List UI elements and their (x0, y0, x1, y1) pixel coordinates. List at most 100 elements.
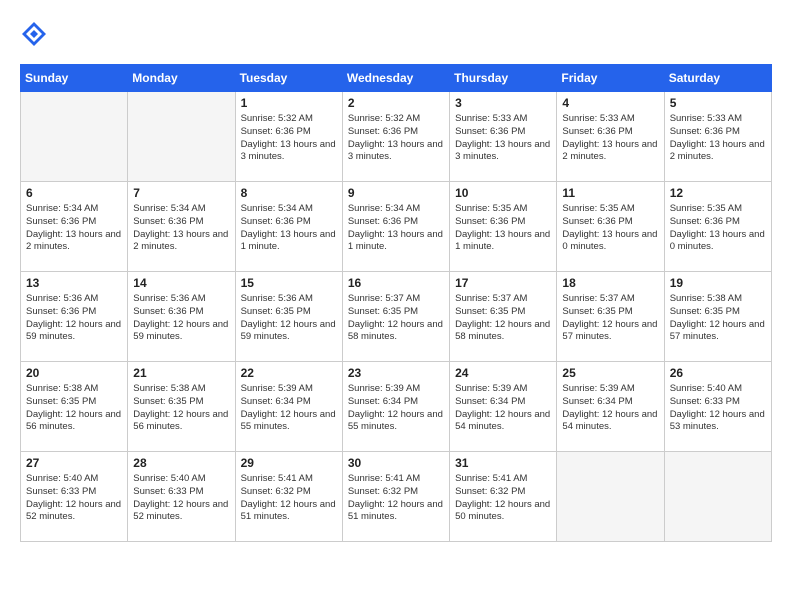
calendar-cell (128, 92, 235, 182)
day-info: Sunrise: 5:38 AM Sunset: 6:35 PM Dayligh… (670, 293, 766, 344)
day-number: 7 (133, 186, 229, 200)
day-info: Sunrise: 5:34 AM Sunset: 6:36 PM Dayligh… (241, 203, 337, 254)
calendar-cell: 19 Sunrise: 5:38 AM Sunset: 6:35 PM Dayli… (664, 272, 771, 362)
day-info: Sunrise: 5:41 AM Sunset: 6:32 PM Dayligh… (455, 473, 551, 524)
day-number: 6 (26, 186, 122, 200)
column-header-friday: Friday (557, 65, 664, 92)
day-number: 17 (455, 276, 551, 290)
day-number: 22 (241, 366, 337, 380)
day-info: Sunrise: 5:38 AM Sunset: 6:35 PM Dayligh… (26, 383, 122, 434)
day-number: 10 (455, 186, 551, 200)
calendar-cell: 6 Sunrise: 5:34 AM Sunset: 6:36 PM Daylig… (21, 182, 128, 272)
day-number: 30 (348, 456, 444, 470)
calendar-cell: 20 Sunrise: 5:38 AM Sunset: 6:35 PM Dayli… (21, 362, 128, 452)
day-info: Sunrise: 5:37 AM Sunset: 6:35 PM Dayligh… (562, 293, 658, 344)
day-number: 15 (241, 276, 337, 290)
day-info: Sunrise: 5:39 AM Sunset: 6:34 PM Dayligh… (348, 383, 444, 434)
day-number: 12 (670, 186, 766, 200)
calendar-cell: 31 Sunrise: 5:41 AM Sunset: 6:32 PM Dayli… (450, 452, 557, 542)
day-info: Sunrise: 5:33 AM Sunset: 6:36 PM Dayligh… (670, 113, 766, 164)
day-number: 19 (670, 276, 766, 290)
calendar-cell: 15 Sunrise: 5:36 AM Sunset: 6:35 PM Dayli… (235, 272, 342, 362)
day-info: Sunrise: 5:40 AM Sunset: 6:33 PM Dayligh… (670, 383, 766, 434)
day-number: 2 (348, 96, 444, 110)
calendar-cell: 7 Sunrise: 5:34 AM Sunset: 6:36 PM Daylig… (128, 182, 235, 272)
calendar-cell: 5 Sunrise: 5:33 AM Sunset: 6:36 PM Daylig… (664, 92, 771, 182)
calendar-cell: 13 Sunrise: 5:36 AM Sunset: 6:36 PM Dayli… (21, 272, 128, 362)
day-info: Sunrise: 5:41 AM Sunset: 6:32 PM Dayligh… (348, 473, 444, 524)
calendar-cell: 2 Sunrise: 5:32 AM Sunset: 6:36 PM Daylig… (342, 92, 449, 182)
day-info: Sunrise: 5:32 AM Sunset: 6:36 PM Dayligh… (348, 113, 444, 164)
day-number: 14 (133, 276, 229, 290)
calendar-cell: 8Sunrise: 5:34 AM Sunset: 6:36 PM Daylig… (235, 182, 342, 272)
calendar-cell: 9 Sunrise: 5:34 AM Sunset: 6:36 PM Daylig… (342, 182, 449, 272)
column-header-tuesday: Tuesday (235, 65, 342, 92)
calendar-cell: 21 Sunrise: 5:38 AM Sunset: 6:35 PM Dayli… (128, 362, 235, 452)
day-info: Sunrise: 5:32 AM Sunset: 6:36 PM Dayligh… (241, 113, 337, 164)
day-info: Sunrise: 5:37 AM Sunset: 6:35 PM Dayligh… (348, 293, 444, 344)
day-info: Sunrise: 5:41 AM Sunset: 6:32 PM Dayligh… (241, 473, 337, 524)
day-number: 21 (133, 366, 229, 380)
day-number: 29 (241, 456, 337, 470)
calendar-cell: 14 Sunrise: 5:36 AM Sunset: 6:36 PM Dayli… (128, 272, 235, 362)
day-number: 20 (26, 366, 122, 380)
calendar-table: SundayMondayTuesdayWednesdayThursdayFrid… (20, 64, 772, 542)
day-number: 28 (133, 456, 229, 470)
day-number: 26 (670, 366, 766, 380)
calendar-cell: 26 Sunrise: 5:40 AM Sunset: 6:33 PM Dayli… (664, 362, 771, 452)
calendar-cell: 16Sunrise: 5:37 AM Sunset: 6:35 PM Dayli… (342, 272, 449, 362)
day-info: Sunrise: 5:34 AM Sunset: 6:36 PM Dayligh… (26, 203, 122, 254)
day-number: 25 (562, 366, 658, 380)
calendar-cell: 29 Sunrise: 5:41 AM Sunset: 6:32 PM Dayli… (235, 452, 342, 542)
logo (20, 20, 52, 48)
day-number: 23 (348, 366, 444, 380)
day-info: Sunrise: 5:39 AM Sunset: 6:34 PM Dayligh… (562, 383, 658, 434)
day-number: 24 (455, 366, 551, 380)
calendar-cell: 18Sunrise: 5:37 AM Sunset: 6:35 PM Dayli… (557, 272, 664, 362)
day-info: Sunrise: 5:36 AM Sunset: 6:36 PM Dayligh… (26, 293, 122, 344)
column-header-thursday: Thursday (450, 65, 557, 92)
day-info: Sunrise: 5:34 AM Sunset: 6:36 PM Dayligh… (133, 203, 229, 254)
day-info: Sunrise: 5:37 AM Sunset: 6:35 PM Dayligh… (455, 293, 551, 344)
day-info: Sunrise: 5:34 AM Sunset: 6:36 PM Dayligh… (348, 203, 444, 254)
calendar-cell: 27Sunrise: 5:40 AM Sunset: 6:33 PM Dayli… (21, 452, 128, 542)
calendar-cell (21, 92, 128, 182)
calendar-cell: 10 Sunrise: 5:35 AM Sunset: 6:36 PM Dayli… (450, 182, 557, 272)
day-info: Sunrise: 5:39 AM Sunset: 6:34 PM Dayligh… (455, 383, 551, 434)
calendar-week-row: 1 Sunrise: 5:32 AM Sunset: 6:36 PM Daylig… (21, 92, 772, 182)
day-info: Sunrise: 5:40 AM Sunset: 6:33 PM Dayligh… (26, 473, 122, 524)
calendar-cell (664, 452, 771, 542)
calendar-week-row: 6 Sunrise: 5:34 AM Sunset: 6:36 PM Daylig… (21, 182, 772, 272)
day-info: Sunrise: 5:40 AM Sunset: 6:33 PM Dayligh… (133, 473, 229, 524)
page-header (20, 20, 772, 48)
calendar-cell (557, 452, 664, 542)
calendar-cell: 25 Sunrise: 5:39 AM Sunset: 6:34 PM Dayli… (557, 362, 664, 452)
calendar-week-row: 13 Sunrise: 5:36 AM Sunset: 6:36 PM Dayli… (21, 272, 772, 362)
calendar-cell: 4 Sunrise: 5:33 AM Sunset: 6:36 PM Daylig… (557, 92, 664, 182)
day-info: Sunrise: 5:38 AM Sunset: 6:35 PM Dayligh… (133, 383, 229, 434)
column-header-monday: Monday (128, 65, 235, 92)
calendar-cell: 12Sunrise: 5:35 AM Sunset: 6:36 PM Dayli… (664, 182, 771, 272)
day-info: Sunrise: 5:36 AM Sunset: 6:35 PM Dayligh… (241, 293, 337, 344)
day-info: Sunrise: 5:33 AM Sunset: 6:36 PM Dayligh… (562, 113, 658, 164)
calendar-week-row: 27Sunrise: 5:40 AM Sunset: 6:33 PM Dayli… (21, 452, 772, 542)
day-number: 31 (455, 456, 551, 470)
day-number: 3 (455, 96, 551, 110)
calendar-cell: 1 Sunrise: 5:32 AM Sunset: 6:36 PM Daylig… (235, 92, 342, 182)
column-header-wednesday: Wednesday (342, 65, 449, 92)
day-number: 1 (241, 96, 337, 110)
day-number: 5 (670, 96, 766, 110)
day-number: 4 (562, 96, 658, 110)
calendar-cell: 11Sunrise: 5:35 AM Sunset: 6:36 PM Dayli… (557, 182, 664, 272)
day-info: Sunrise: 5:35 AM Sunset: 6:36 PM Dayligh… (455, 203, 551, 254)
day-info: Sunrise: 5:36 AM Sunset: 6:36 PM Dayligh… (133, 293, 229, 344)
calendar-cell: 30 Sunrise: 5:41 AM Sunset: 6:32 PM Dayli… (342, 452, 449, 542)
day-number: 13 (26, 276, 122, 290)
day-number: 9 (348, 186, 444, 200)
day-info: Sunrise: 5:33 AM Sunset: 6:36 PM Dayligh… (455, 113, 551, 164)
logo-icon (20, 20, 48, 48)
calendar-header-row: SundayMondayTuesdayWednesdayThursdayFrid… (21, 65, 772, 92)
calendar-cell: 23 Sunrise: 5:39 AM Sunset: 6:34 PM Dayli… (342, 362, 449, 452)
calendar-week-row: 20 Sunrise: 5:38 AM Sunset: 6:35 PM Dayli… (21, 362, 772, 452)
calendar-cell: 3 Sunrise: 5:33 AM Sunset: 6:36 PM Daylig… (450, 92, 557, 182)
